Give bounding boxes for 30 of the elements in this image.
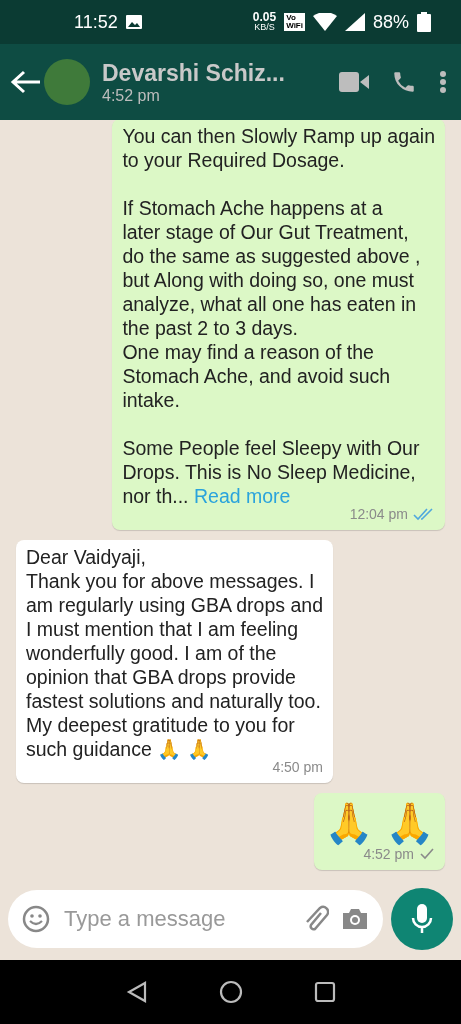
more-options-icon[interactable] (439, 70, 447, 94)
clock: 11:52 (74, 11, 118, 33)
contact-name[interactable]: Devarshi Schiz... (102, 59, 317, 87)
message-text: 🙏 🙏 (323, 800, 435, 847)
camera-icon[interactable] (341, 907, 369, 931)
video-call-icon[interactable] (339, 72, 369, 92)
wifi-icon (312, 13, 337, 31)
last-seen: 4:52 pm (102, 86, 161, 105)
paperclip-icon[interactable] (303, 905, 329, 933)
message-time: 4:50 pm (272, 758, 323, 777)
phone-icon[interactable] (391, 69, 417, 95)
image-icon (125, 15, 142, 29)
microphone-icon (411, 904, 433, 934)
recents-icon[interactable] (313, 981, 336, 1003)
message-field[interactable]: Type a message (8, 890, 383, 948)
message-text: Dear Vaidyaji, Thank you for above messages. I am regularly using GBA drops and I must mention that I am feeling wonderfully good. I am of the opinion that GBA drops provide fastest solutions and naturally too. My deepest gratitude to you for such guidance 🙏 🙏 (26, 545, 323, 761)
network-speed: 0.05 (252, 12, 277, 22)
message-text: You can then Slowly Ramp up again to your Required Dosage. If Stomach Ache happens at a later stage of Our Gut Treatment, do the same as suggested above , but Along with doing so, one must analyze, what all one has eaten in the past 2 to 3 days. One may find a reason of the Stomach Ache, and avoid such intake. Some People feel Sleepy with Our Drops. This is No Sleep Medicine, nor th... Read more (122, 124, 435, 508)
emoji-icon[interactable] (22, 905, 50, 933)
home-icon[interactable] (218, 980, 243, 1004)
message-time: 12:04 pm (349, 505, 408, 524)
message-time: 4:52 pm (363, 845, 414, 864)
battery-level: 88% (372, 11, 409, 33)
signal-icon (344, 13, 365, 31)
back-icon[interactable] (125, 981, 148, 1003)
back-arrow-icon[interactable] (10, 70, 42, 94)
message-input[interactable]: Type a message (62, 905, 291, 933)
network-unit: KB/S (254, 22, 275, 32)
battery-icon (417, 12, 431, 32)
volte-badge: Vo WiFi (284, 13, 305, 31)
